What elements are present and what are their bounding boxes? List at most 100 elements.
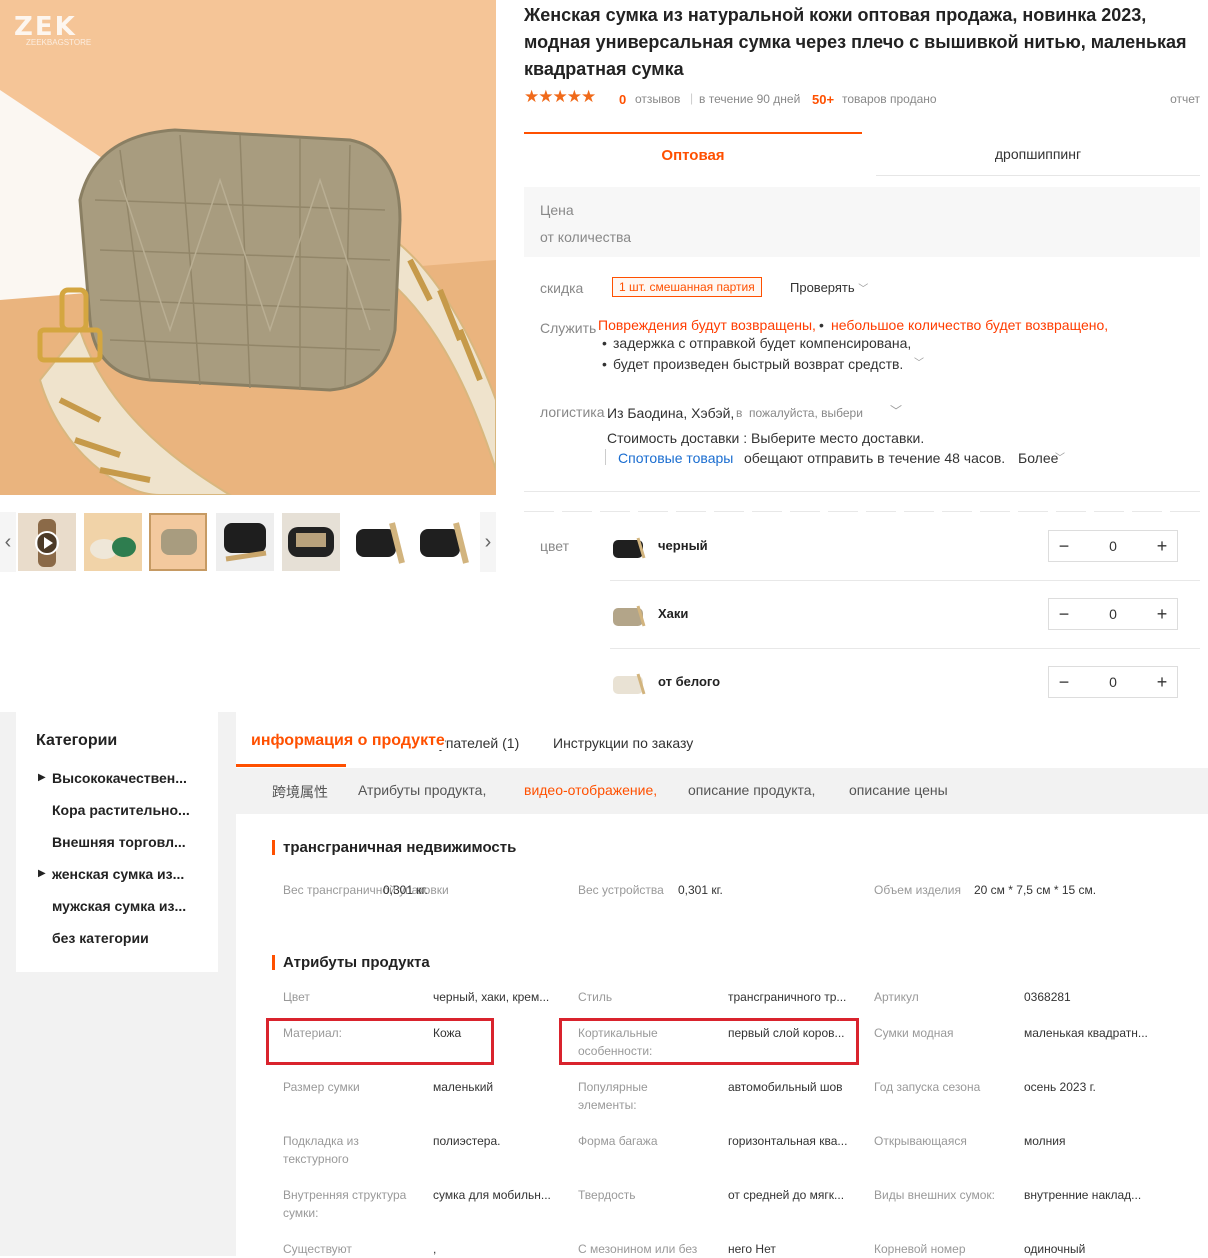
chevron-left-icon[interactable]: ‹ (0, 512, 16, 572)
attr-value: трансграничного тр... (728, 990, 847, 1004)
color-name: от белого (658, 674, 721, 689)
attr-label: Твердость (578, 1188, 636, 1202)
tab-product-info[interactable]: информация о продукте (251, 732, 445, 750)
chevron-down-icon[interactable]: ﹀ (914, 354, 924, 369)
caret-right-icon[interactable]: ▶ (38, 868, 46, 879)
quantity-value[interactable]: 0 (1079, 531, 1147, 561)
bullet: • (602, 335, 607, 351)
attr-label: Сумки модная (874, 1026, 954, 1040)
service-line3: будет произведен быстрый возврат средств… (613, 356, 904, 372)
attr-label: Стиль (578, 990, 613, 1004)
reviews-label: отзывов (635, 92, 681, 106)
color-option-black: черный − 0 + (610, 530, 1180, 566)
plus-button[interactable]: + (1147, 599, 1177, 629)
attr-label: Подкладка из текстурного (283, 1134, 359, 1166)
attr-label: С мезонином или без (578, 1242, 698, 1256)
attr-value: черный, хаки, крем... (433, 990, 550, 1004)
attr-value: молния (1024, 1134, 1066, 1148)
subnav-attributes[interactable]: Атрибуты продукта, (358, 782, 486, 798)
thumbnail-selected[interactable] (149, 513, 207, 571)
section-title-cross-border: трансграничная недвижимость (272, 840, 516, 855)
report-link[interactable]: отчет (1170, 92, 1200, 106)
product-main-image[interactable]: ZEK ZEEKBAGSTORE (0, 0, 496, 495)
price-label: Цена (540, 202, 574, 218)
attr-value: 0,301 кг. (678, 883, 723, 897)
attr-value: сумка для мобильн... (433, 1188, 551, 1202)
ship-to-prefix: в (736, 406, 743, 420)
thumbnail-strip: ‹ › (0, 512, 496, 574)
detail-subnav: 跨境属性 Атрибуты продукта, видео-отображени… (236, 768, 1208, 814)
thumbnail-video[interactable] (18, 513, 76, 571)
attr-label: Форма багажа (578, 1134, 658, 1148)
attr-value: , (433, 1242, 437, 1256)
quantity-value[interactable]: 0 (1079, 667, 1147, 697)
category-item[interactable]: Высококачествен... (52, 770, 214, 786)
attr-value: него Нет (728, 1242, 776, 1256)
attr-label: Вес устройства (578, 883, 664, 897)
caret-right-icon[interactable]: ▶ (38, 772, 46, 783)
product-title: Женская сумка из натуральной кожи оптова… (524, 5, 1187, 79)
tab-dropshipping[interactable]: дропшиппинг (876, 132, 1200, 176)
plus-button[interactable]: + (1147, 667, 1177, 697)
bag-photo (0, 0, 496, 495)
sold-period: в течение 90 дней (699, 92, 801, 106)
active-tab-indicator (236, 764, 346, 767)
attr-label: Артикул (874, 990, 919, 1004)
chevron-down-icon: ﹀ (1055, 453, 1065, 464)
attr-value: одиночный (1024, 1242, 1086, 1256)
subnav-video[interactable]: видео-отображение, (524, 782, 657, 798)
minus-button[interactable]: − (1049, 599, 1079, 629)
subnav-cross-border[interactable]: 跨境属性 (272, 782, 328, 802)
thumbnail[interactable] (216, 513, 274, 571)
quantity-label: от количества (540, 229, 632, 245)
review-count[interactable]: 0 (619, 92, 626, 107)
chevron-right-icon[interactable]: › (480, 512, 496, 572)
attr-value: от средней до мягк... (728, 1188, 845, 1202)
rating-row: ★★★★★ 0 отзывов | в течение 90 дней 50+ … (524, 87, 1200, 109)
check-label: Проверять (790, 280, 855, 295)
attr-value: внутренние наклад... (1024, 1188, 1142, 1202)
attr-label: Популярные элементы: (578, 1080, 648, 1112)
quantity-stepper: − 0 + (1048, 598, 1178, 630)
attr-label: Виды внешних сумок: (874, 1188, 996, 1202)
tab-order-instructions[interactable]: Инструкции по заказу (553, 735, 693, 751)
category-item[interactable]: мужская сумка из... (52, 898, 214, 914)
chevron-down-icon[interactable]: ﹀ (890, 402, 902, 419)
product-detail-panel: Отзывы покупателей (1) информация о прод… (236, 712, 1208, 1256)
service-line1b: небольшое количество будет возвращено, (831, 317, 1109, 333)
category-item[interactable]: женская сумка из... (52, 866, 214, 882)
check-dropdown[interactable]: Проверять ﹀ (790, 280, 868, 295)
subnav-price-description[interactable]: описание цены (849, 782, 948, 798)
attr-value: маленький (433, 1080, 494, 1094)
ship-to-select[interactable]: пожалуйста, выбери (749, 406, 863, 420)
plus-button[interactable]: + (1147, 531, 1177, 561)
category-sidebar: Категории ▶ Высококачествен... Кора раст… (16, 712, 218, 972)
minus-button[interactable]: − (1049, 667, 1079, 697)
quantity-value[interactable]: 0 (1079, 599, 1147, 629)
more-link[interactable]: Более (1018, 450, 1058, 466)
divider (524, 491, 1200, 492)
divider (524, 511, 1200, 512)
bag-khaki-swatch (613, 605, 646, 627)
attr-label: Цвет (283, 990, 310, 1004)
color-name: Хаки (658, 606, 689, 621)
color-option-khaki: Хаки − 0 + (610, 598, 1180, 634)
category-item[interactable]: Внешняя торговл... (52, 834, 214, 850)
color-option-offwhite: от белого − 0 + (610, 666, 1180, 702)
category-item[interactable]: без категории (52, 930, 214, 946)
quantity-stepper: − 0 + (1048, 666, 1178, 698)
thumbnail[interactable] (84, 513, 142, 571)
minus-button[interactable]: − (1049, 531, 1079, 561)
spot-goods-link[interactable]: Спотовые товары (618, 450, 733, 466)
attr-label: Корневой номер (874, 1242, 966, 1256)
category-item[interactable]: Кора растительно... (52, 802, 214, 818)
category-title: Категории (36, 732, 118, 749)
thumbnail[interactable] (348, 513, 406, 571)
thumbnail[interactable] (282, 513, 340, 571)
divider (610, 580, 1200, 581)
attr-value: осень 2023 г. (1024, 1080, 1096, 1094)
attr-value: 0,301 кг. (383, 883, 428, 897)
tab-wholesale[interactable]: Оптовая (524, 132, 862, 176)
thumbnail[interactable] (414, 513, 472, 571)
subnav-description[interactable]: описание продукта, (688, 782, 815, 798)
